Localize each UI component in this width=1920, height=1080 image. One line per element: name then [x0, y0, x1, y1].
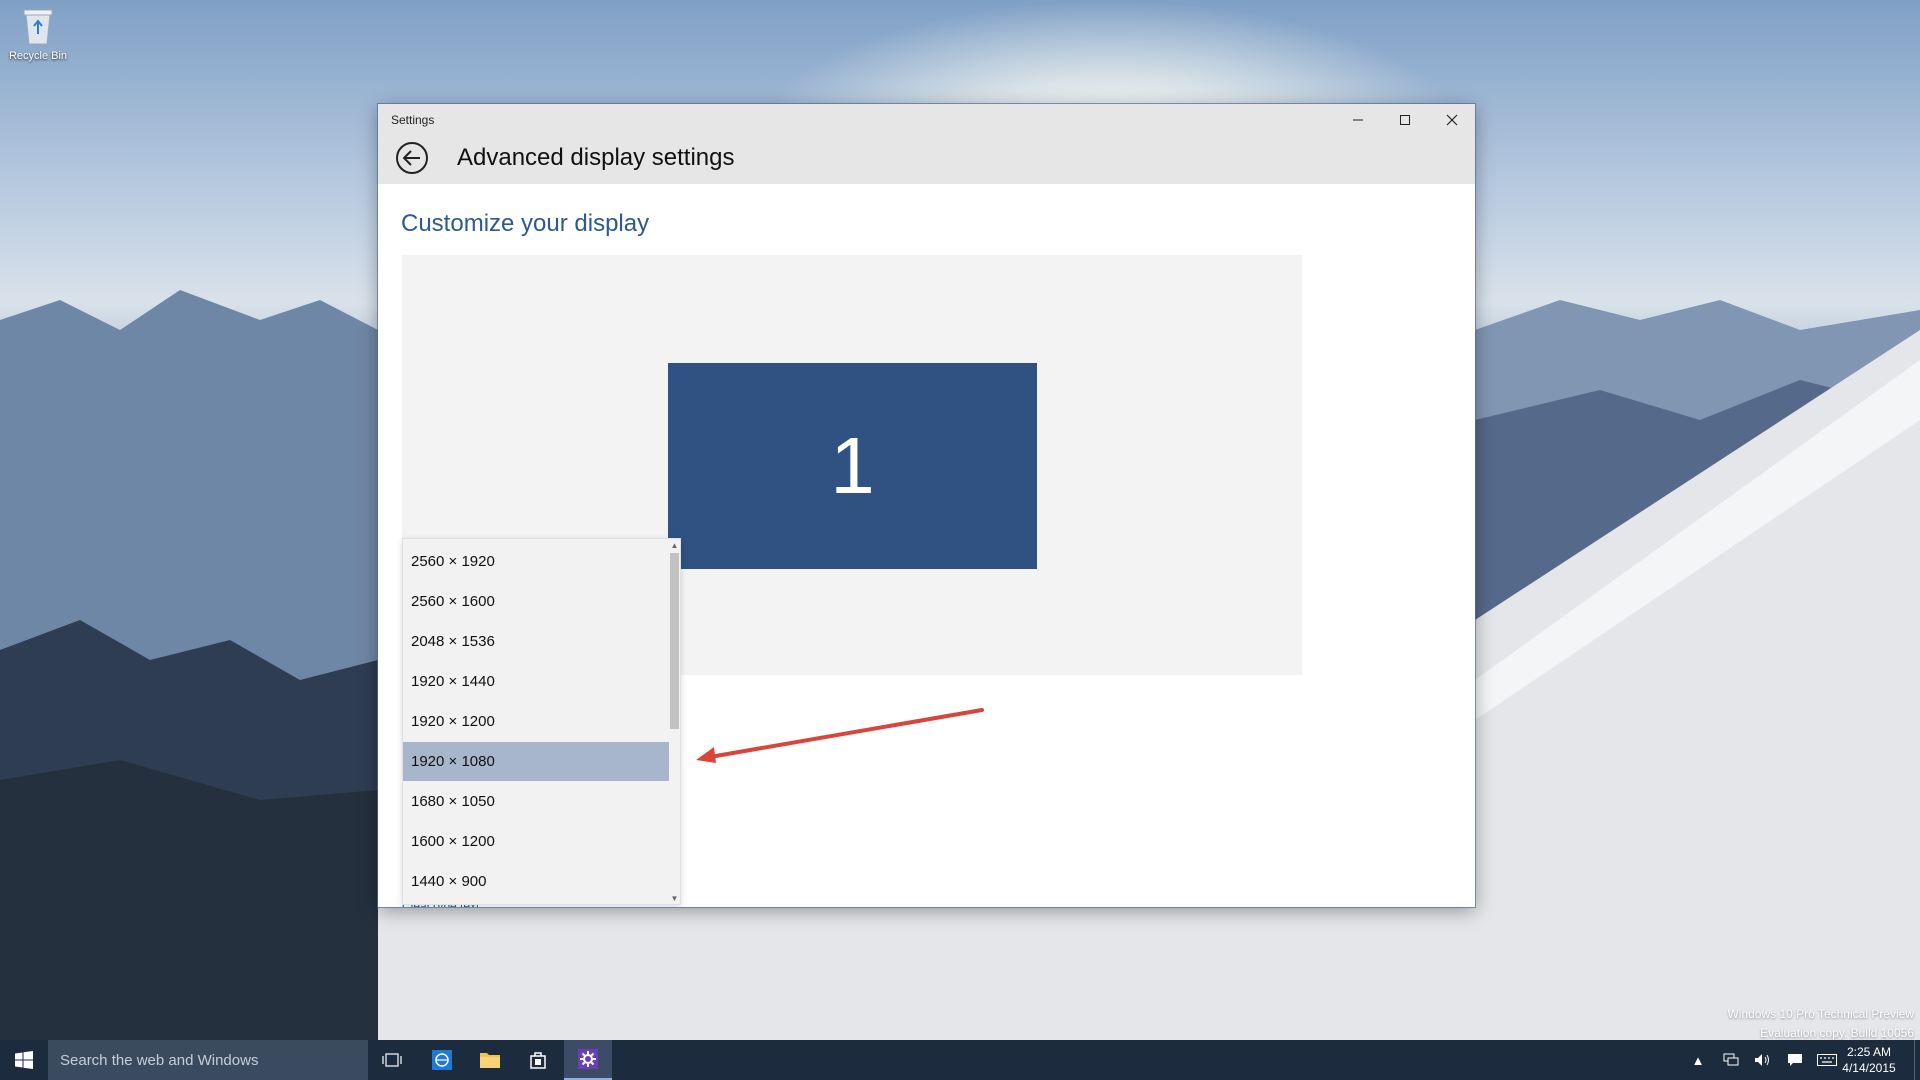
taskbar-clock[interactable]: 2:25 AM 4/14/2015 — [1834, 1044, 1904, 1076]
resolution-option[interactable]: 2560 × 1920 — [403, 542, 670, 581]
clock-time: 2:25 AM — [1846, 1045, 1892, 1059]
start-icon — [15, 1051, 33, 1069]
back-button[interactable] — [396, 142, 428, 174]
window-title: Settings — [391, 113, 435, 127]
settings-icon — [578, 1049, 598, 1069]
network-button[interactable] — [1716, 1040, 1746, 1080]
chevron-up-icon: ▲ — [1691, 1052, 1705, 1068]
monitor-1-tile[interactable]: 1 — [668, 363, 1037, 569]
network-icon — [1723, 1053, 1739, 1066]
scroll-down-icon[interactable]: ▼ — [669, 892, 680, 904]
volume-button[interactable] — [1748, 1040, 1778, 1080]
dropdown-scrollbar[interactable]: ▲ ▼ — [669, 539, 680, 904]
recycle-bin-label: Recycle Bin — [8, 50, 68, 62]
title-bar[interactable]: Settings — [378, 104, 1475, 136]
resolution-option[interactable]: 1600 × 1200 — [403, 822, 670, 861]
page-header: Advanced display settings — [378, 136, 1475, 184]
section-title: Customize your display — [401, 210, 650, 237]
ie-icon — [432, 1050, 452, 1070]
settings-window: Settings Advanced display settings Custo… — [378, 104, 1475, 907]
build-watermark: Windows 10 Pro Technical Preview Evaluat… — [1727, 1005, 1914, 1043]
store-button[interactable] — [514, 1040, 562, 1080]
minimize-button[interactable] — [1334, 104, 1381, 136]
file-explorer-icon — [480, 1053, 500, 1068]
resolution-option[interactable]: 1920 × 1200 — [403, 702, 670, 741]
message-icon — [1788, 1054, 1802, 1066]
resolution-option[interactable]: 2560 × 1600 — [403, 582, 670, 621]
task-view-icon — [382, 1053, 402, 1067]
recycle-bin-icon — [21, 6, 55, 46]
monitor-number: 1 — [830, 421, 875, 510]
settings-taskbar-button[interactable] — [564, 1040, 612, 1080]
close-icon — [1446, 114, 1457, 126]
watermark-line-1: Windows 10 Pro Technical Preview — [1727, 1007, 1914, 1021]
taskbar: Search the web and Windows ▲ 2:25 AM 4/1… — [0, 1040, 1920, 1080]
scroll-thumb[interactable] — [670, 553, 679, 729]
action-center-button[interactable] — [1780, 1040, 1810, 1080]
close-button[interactable] — [1428, 104, 1475, 136]
clock-date: 4/14/2015 — [1842, 1061, 1896, 1075]
page-title: Advanced display settings — [457, 144, 735, 171]
resolution-option[interactable]: 1440 × 900 — [403, 862, 670, 901]
task-view-button[interactable] — [368, 1040, 416, 1080]
annotation-arrow-icon — [696, 708, 984, 763]
minimize-icon — [1352, 119, 1363, 121]
internet-explorer-button[interactable] — [418, 1040, 466, 1080]
file-explorer-button[interactable] — [466, 1040, 514, 1080]
search-input[interactable]: Search the web and Windows — [48, 1040, 368, 1080]
start-button[interactable] — [0, 1040, 48, 1080]
store-icon — [530, 1052, 546, 1069]
resolution-option[interactable]: 1680 × 1050 — [403, 782, 670, 821]
maximize-icon — [1399, 115, 1410, 125]
tray-overflow-button[interactable]: ▲ — [1688, 1040, 1708, 1080]
scroll-up-icon[interactable]: ▲ — [669, 539, 680, 551]
back-arrow-icon — [403, 150, 420, 166]
maximize-button[interactable] — [1381, 104, 1428, 136]
resolution-option[interactable]: 2048 × 1536 — [403, 622, 670, 661]
show-desktop-button[interactable] — [1914, 1040, 1920, 1080]
resolution-dropdown-list[interactable]: 2560 × 1920 2560 × 1600 2048 × 1536 1920… — [402, 538, 681, 905]
volume-icon — [1755, 1054, 1769, 1066]
resolution-option-selected[interactable]: 1920 × 1080 — [403, 742, 670, 781]
recycle-bin[interactable]: Recycle Bin — [6, 6, 70, 62]
resolution-option[interactable]: 1920 × 1440 — [403, 662, 670, 701]
